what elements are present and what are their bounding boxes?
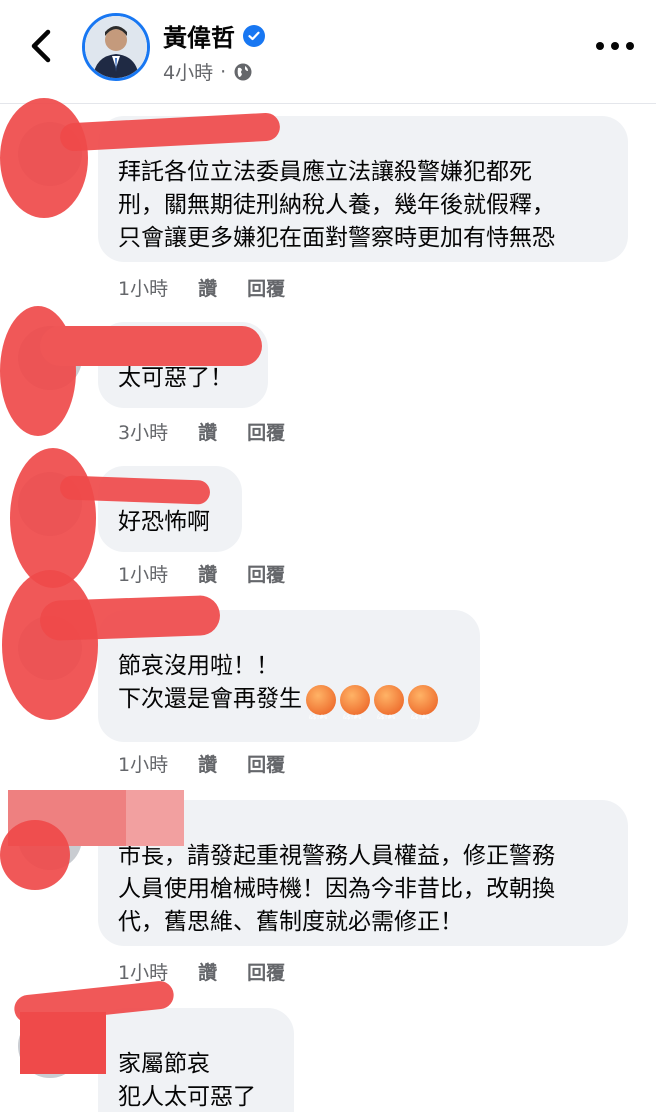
more-dot-icon bbox=[596, 42, 604, 50]
post-meta: 4小時 · bbox=[163, 58, 253, 85]
swearing-face-emoji-icon bbox=[340, 684, 370, 734]
commenter-avatar[interactable] bbox=[18, 472, 82, 536]
reply-button[interactable]: 回覆 bbox=[247, 418, 285, 445]
author-name-text[interactable]: 黃偉哲 bbox=[163, 18, 235, 53]
comment-bubble[interactable]: 拜託各位立法委員應立法讓殺警嫌犯都死 刑，關無期徒刑納稅人養，幾年後就假釋， 只… bbox=[98, 116, 628, 262]
commenter-avatar[interactable] bbox=[18, 122, 82, 186]
commenter-name[interactable] bbox=[118, 624, 460, 650]
post-header: 黃偉哲 4小時 · bbox=[0, 0, 656, 104]
like-button[interactable]: 讚 bbox=[198, 274, 217, 301]
commenter-avatar[interactable] bbox=[18, 806, 82, 870]
swearing-face-emoji-icon bbox=[374, 684, 404, 734]
comment-time[interactable]: 1小時 bbox=[118, 750, 168, 777]
swearing-face-emoji-icon bbox=[306, 684, 336, 734]
commenter-avatar[interactable] bbox=[18, 616, 82, 680]
post-author-name[interactable]: 黃偉哲 bbox=[163, 18, 265, 53]
comment-actions: 1小時 讚 回覆 bbox=[118, 750, 285, 777]
meta-separator: · bbox=[220, 60, 227, 83]
commenter-name[interactable] bbox=[118, 130, 608, 156]
comment-text: 市長，請發起重視警務人員權益，修正警務 人員使用槍械時機！因為今非昔比，改朝換 … bbox=[118, 843, 555, 935]
like-button[interactable]: 讚 bbox=[198, 750, 217, 777]
reply-button[interactable]: 回覆 bbox=[247, 560, 285, 587]
like-button[interactable]: 讚 bbox=[198, 958, 217, 985]
comment-text: 拜託各位立法委員應立法讓殺警嫌犯都死 刑，關無期徒刑納稅人養，幾年後就假釋， 只… bbox=[118, 159, 555, 251]
verified-badge-icon bbox=[243, 24, 265, 47]
commenter-name[interactable] bbox=[118, 814, 608, 840]
commenter-name[interactable] bbox=[118, 336, 248, 362]
reply-button[interactable]: 回覆 bbox=[247, 958, 285, 985]
comment-actions: 1小時 讚 回覆 bbox=[118, 560, 285, 587]
globe-icon bbox=[233, 62, 253, 82]
comment-text-second: 下次還是會再發生 bbox=[118, 686, 302, 712]
more-dot-icon bbox=[611, 42, 619, 50]
commenter-avatar[interactable] bbox=[18, 326, 82, 390]
comment-text: 好恐怖啊 bbox=[118, 509, 210, 535]
comment-time[interactable]: 1小時 bbox=[118, 560, 168, 587]
comment-text: 家屬節哀 犯人太可惡了 bbox=[118, 1051, 256, 1110]
comment-bubble[interactable]: 好恐怖啊 bbox=[98, 466, 242, 552]
commenter-avatar[interactable] bbox=[18, 1014, 82, 1078]
comment-bubble[interactable]: 節哀沒用啦！！ 下次還是會再發生 bbox=[98, 610, 480, 742]
comment-text: 節哀沒用啦！！ bbox=[118, 653, 279, 679]
author-avatar[interactable] bbox=[82, 13, 150, 81]
post-time[interactable]: 4小時 bbox=[163, 58, 213, 85]
comment-time[interactable]: 1小時 bbox=[118, 274, 168, 301]
reply-button[interactable]: 回覆 bbox=[247, 274, 285, 301]
commenter-name[interactable] bbox=[118, 480, 222, 506]
comment-actions: 3小時 讚 回覆 bbox=[118, 418, 285, 445]
like-button[interactable]: 讚 bbox=[198, 560, 217, 587]
comment-text: 太可惡了！ bbox=[118, 365, 233, 391]
comment-actions: 1小時 讚 回覆 bbox=[118, 274, 285, 301]
like-button[interactable]: 讚 bbox=[198, 418, 217, 445]
swearing-face-emoji-icon bbox=[408, 684, 438, 734]
comment-actions: 1小時 讚 回覆 bbox=[118, 958, 285, 985]
comment-bubble[interactable]: 市長，請發起重視警務人員權益，修正警務 人員使用槍械時機！因為今非昔比，改朝換 … bbox=[98, 800, 628, 946]
comment-bubble[interactable]: 太可惡了！ bbox=[98, 322, 268, 408]
comment-text-line: 下次還是會再發生 bbox=[118, 683, 460, 734]
comment-bubble[interactable]: 家屬節哀 犯人太可惡了 bbox=[98, 1008, 294, 1112]
comment-time[interactable]: 1小時 bbox=[118, 958, 168, 985]
reply-button[interactable]: 回覆 bbox=[247, 750, 285, 777]
back-button[interactable] bbox=[24, 26, 58, 66]
more-options-button[interactable] bbox=[596, 36, 634, 56]
chevron-left-icon bbox=[31, 29, 51, 63]
more-dot-icon bbox=[626, 42, 634, 50]
comment-time[interactable]: 3小時 bbox=[118, 418, 168, 445]
commenter-name[interactable] bbox=[118, 1022, 274, 1048]
